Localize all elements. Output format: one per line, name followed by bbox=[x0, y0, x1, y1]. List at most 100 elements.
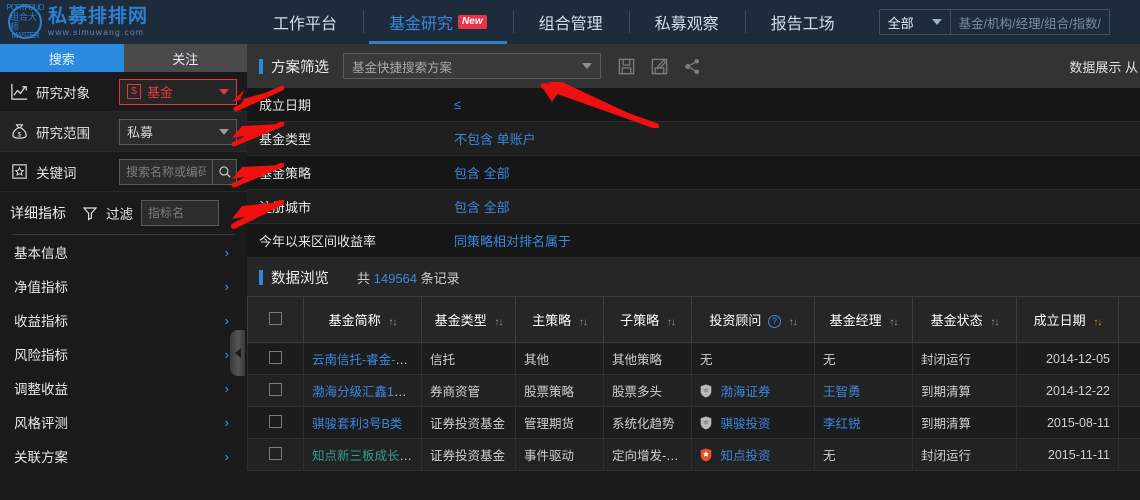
sort-icon[interactable]: ↑↓ bbox=[494, 317, 503, 328]
sort-icon[interactable]: ↑↓ bbox=[388, 317, 397, 328]
th-fund-type[interactable]: 基金类型 ↑↓ bbox=[421, 296, 516, 343]
share-icon[interactable] bbox=[683, 57, 702, 76]
sidebar-item-related-plan[interactable]: 关联方案 › bbox=[0, 439, 247, 473]
filter-row-inception-date[interactable]: 成立日期 ≤ bbox=[247, 88, 1140, 122]
row-select-cell[interactable] bbox=[247, 374, 304, 407]
cell-fund-name[interactable]: 骐骏套利3号B类 bbox=[303, 406, 422, 439]
sidebar-tab-follow[interactable]: 关注 bbox=[123, 44, 247, 72]
plan-select[interactable]: 基金快捷搜索方案 bbox=[343, 53, 601, 79]
research-object-select[interactable]: $ 基金 bbox=[119, 78, 237, 105]
fund-data-table: 基金简称 ↑↓ 基金类型 ↑↓ 主策略 ↑↓ 子策略 ↑↓ 投资顾问 ? ↑↓ … bbox=[247, 296, 1140, 471]
table-row[interactable]: 云南信托-睿金-汇... 信托 其他 其他策略 无 无 封闭运行 2014-12… bbox=[247, 342, 1140, 375]
sort-icon[interactable]: ↑↓ bbox=[990, 317, 999, 328]
nav-tab-fund-research[interactable]: 基金研究 New bbox=[363, 0, 513, 44]
row-checkbox[interactable] bbox=[269, 350, 282, 364]
sidebar-item-return-metrics[interactable]: 收益指标 › bbox=[0, 303, 247, 337]
th-investment-advisor[interactable]: 投资顾问 ? ↑↓ bbox=[691, 296, 815, 343]
filter-row-ytd-return[interactable]: 今年以来区间收益率 同策略相对排名属于 bbox=[247, 224, 1140, 258]
row-checkbox[interactable] bbox=[269, 414, 282, 428]
sidebar-item-label: 基本信息 bbox=[14, 246, 68, 261]
cell-advisor[interactable]: 骐骏投资 bbox=[691, 406, 815, 439]
cell-manager[interactable]: 李红锐 bbox=[814, 406, 913, 439]
cell-advisor[interactable]: 知点投资 bbox=[691, 438, 815, 471]
th-fund-manager[interactable]: 基金经理 ↑↓ bbox=[814, 296, 913, 343]
cell-advisor[interactable]: 渤海证券 bbox=[691, 374, 815, 407]
th-fund-status[interactable]: 基金状态 ↑↓ bbox=[912, 296, 1017, 343]
save-as-icon[interactable] bbox=[650, 57, 669, 76]
research-scope-label: 研究范围 bbox=[36, 125, 90, 141]
sort-icon[interactable]: ↑↓ bbox=[1093, 317, 1102, 328]
filter-value[interactable]: 包含 全部 bbox=[454, 163, 510, 182]
select-all-checkbox[interactable] bbox=[269, 311, 282, 325]
keyword-input[interactable] bbox=[120, 159, 212, 184]
th-sub-strategy[interactable]: 子策略 ↑↓ bbox=[603, 296, 692, 343]
filter-conditions-list: 成立日期 ≤ 基金类型 不包含 单账户 基金策略 包含 全部 注册城市 包含 全… bbox=[247, 88, 1140, 258]
fund-name-link[interactable]: 渤海分级汇鑫1号B bbox=[312, 385, 415, 399]
row-select-cell[interactable] bbox=[247, 438, 304, 471]
filter-value[interactable]: 包含 全部 bbox=[454, 197, 510, 216]
th-inception-date[interactable]: 成立日期 ↑↓ bbox=[1016, 296, 1119, 343]
cell-fund-name[interactable]: 云南信托-睿金-汇... bbox=[303, 342, 422, 375]
nav-tab-private-fund-watch[interactable]: 私募观察 bbox=[628, 0, 745, 44]
row-select-cell[interactable] bbox=[247, 342, 304, 375]
save-icon[interactable] bbox=[617, 57, 636, 76]
sidebar-tabs: 搜索 关注 bbox=[0, 44, 247, 72]
sort-icon[interactable]: ↑↓ bbox=[579, 317, 588, 328]
filter-row-fund-type[interactable]: 基金类型 不包含 单账户 bbox=[247, 122, 1140, 156]
research-scope-select[interactable]: 私募 bbox=[119, 118, 237, 145]
sidebar-item-nav-metrics[interactable]: 净值指标 › bbox=[0, 269, 247, 303]
fund-name-link[interactable]: 云南信托-睿金-汇... bbox=[312, 353, 418, 367]
sidebar-item-style-evaluation[interactable]: 风格评测 › bbox=[0, 405, 247, 439]
nav-tab-portfolio-management[interactable]: 组合管理 bbox=[512, 0, 629, 44]
sidebar-item-adjusted-return[interactable]: 调整收益 › bbox=[0, 371, 247, 405]
table-row[interactable]: 渤海分级汇鑫1号B 券商资管 股票策略 股票多头 渤海证券 王智勇 到期清算 2… bbox=[247, 374, 1140, 407]
fund-name-link[interactable]: 骐骏套利3号B类 bbox=[312, 417, 402, 431]
cell-manager[interactable]: 王智勇 bbox=[814, 374, 913, 407]
row-checkbox[interactable] bbox=[269, 382, 282, 396]
manager-link[interactable]: 王智勇 bbox=[823, 385, 861, 399]
filter-row-registered-city[interactable]: 注册城市 包含 全部 bbox=[247, 190, 1140, 224]
keyword-search-button[interactable] bbox=[212, 159, 236, 184]
sort-icon[interactable]: ↑↓ bbox=[889, 317, 898, 328]
th-select-all[interactable] bbox=[247, 296, 304, 343]
th-label: 成立日期 bbox=[1033, 313, 1086, 328]
sidebar-tab-label: 搜索 bbox=[48, 51, 75, 67]
metric-name-input[interactable] bbox=[141, 200, 219, 226]
sidebar-tab-search[interactable]: 搜索 bbox=[0, 44, 124, 72]
filter-value[interactable]: 同策略相对排名属于 bbox=[454, 231, 571, 250]
filter-label[interactable]: 过滤 bbox=[106, 203, 133, 223]
cell-status: 封闭运行 bbox=[912, 438, 1017, 471]
advisor-link[interactable]: 骐骏投资 bbox=[720, 417, 770, 431]
sidebar-collapse-handle[interactable] bbox=[230, 330, 245, 376]
filter-row-fund-strategy[interactable]: 基金策略 包含 全部 bbox=[247, 156, 1140, 190]
th-fund-name[interactable]: 基金简称 ↑↓ bbox=[303, 296, 422, 343]
cell-fund-name[interactable]: 渤海分级汇鑫1号B bbox=[303, 374, 422, 407]
advisor-link[interactable]: 知点投资 bbox=[720, 449, 770, 463]
filter-value[interactable]: ≤ bbox=[454, 97, 461, 112]
table-row[interactable]: 骐骏套利3号B类 证券投资基金 管理期货 系统化趋势 骐骏投资 李红锐 到期清算… bbox=[247, 406, 1140, 439]
nav-tab-workbench[interactable]: 工作平台 bbox=[247, 0, 363, 44]
cell-main-strategy: 事件驱动 bbox=[515, 438, 604, 471]
cell-fund-name[interactable]: 知点新三板成长二号 bbox=[303, 438, 422, 471]
table-row[interactable]: 知点新三板成长二号 证券投资基金 事件驱动 定向增发-新... 知点投资 无 封… bbox=[247, 438, 1140, 471]
filter-value[interactable]: 不包含 单账户 bbox=[454, 129, 536, 148]
row-select-cell[interactable] bbox=[247, 406, 304, 439]
help-icon[interactable]: ? bbox=[768, 315, 781, 329]
sidebar-item-risk-metrics[interactable]: 风险指标 › bbox=[0, 337, 247, 371]
global-search-input[interactable]: 基金/机构/经理/组合/指数/ bbox=[951, 13, 1109, 32]
dollar-icon: $ bbox=[127, 84, 141, 99]
sidebar-item-basic-info[interactable]: 基本信息 › bbox=[0, 235, 247, 269]
keyword-search-box bbox=[119, 158, 237, 185]
nav-tab-report-factory[interactable]: 报告工场 bbox=[744, 0, 861, 44]
brand-logo[interactable]: PORTFOLIO 组合大师 MASTER 私募排排网 www.simuwang… bbox=[0, 0, 247, 44]
manager-link[interactable]: 李红锐 bbox=[823, 417, 861, 431]
sort-icon[interactable]: ↑↓ bbox=[789, 317, 798, 328]
th-main-strategy[interactable]: 主策略 ↑↓ bbox=[515, 296, 604, 343]
data-display-label[interactable]: 数据展示 从 bbox=[1069, 57, 1140, 76]
row-checkbox[interactable] bbox=[269, 446, 282, 460]
global-search-scope-select[interactable]: 全部 bbox=[880, 10, 951, 34]
fund-name-link[interactable]: 知点新三板成长二号 bbox=[312, 449, 421, 463]
sort-icon[interactable]: ↑↓ bbox=[667, 317, 676, 328]
advisor-link[interactable]: 渤海证券 bbox=[720, 385, 770, 399]
filter-icon[interactable] bbox=[82, 205, 98, 221]
